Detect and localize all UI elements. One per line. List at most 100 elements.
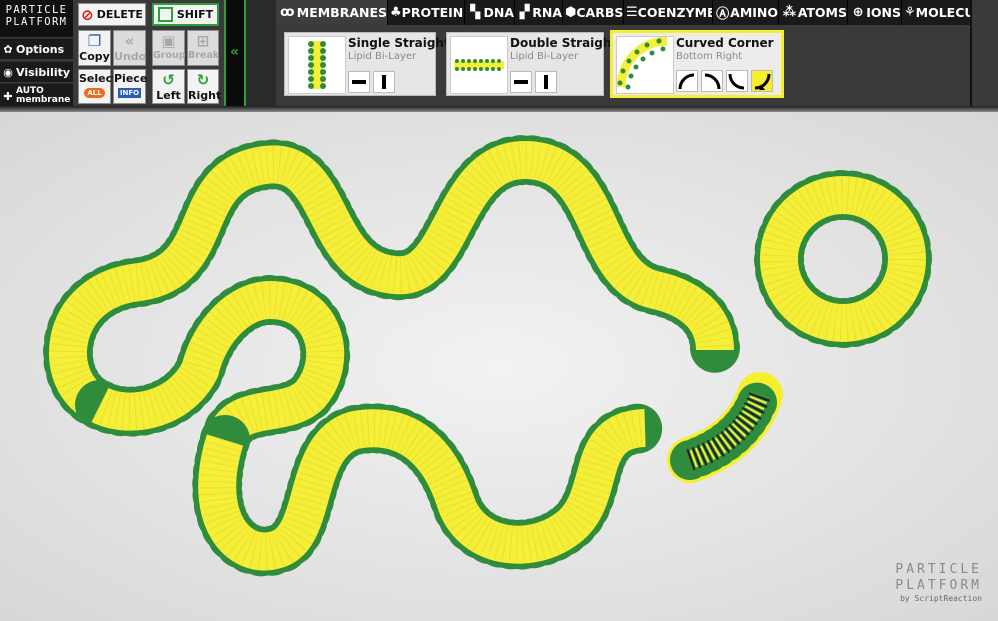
eye-icon: ◉ [3,65,13,79]
double-chevron-left-icon: « [230,44,240,60]
single-straight-subtitle: Lipid Bi-Layer [348,51,417,62]
watermark-line-2: PLATFORM [895,578,982,593]
tab-ions[interactable]: ⊕ IONS [848,0,902,25]
delete-button[interactable]: ⊘ DELETE [78,3,146,26]
undo-button[interactable]: « Undo [113,30,146,66]
auto-membrane-label: AUTO membrane [16,87,70,105]
tab-molecules-label: MOLECULES [915,5,971,20]
tab-amino[interactable]: Ⓐ AMINO [713,0,779,25]
curve-top-left-icon [678,73,695,90]
copy-label: Copy [79,50,110,63]
orientation-top-right-option[interactable] [701,70,723,92]
auto-label-bottom: membrane [16,95,71,105]
watermark-line-1: PARTICLE [895,562,982,577]
logo-line-2: PLATFORM [5,16,68,28]
rotate-left-button[interactable]: ↺ Left [152,69,185,104]
delete-label: DELETE [96,8,143,21]
tab-proteins-label: PROTEINS [401,5,464,20]
panel-separator [970,0,972,106]
orientation-vertical-option[interactable] [373,71,395,93]
tab-atoms[interactable]: ⁂ ATOMS [779,0,848,25]
molecule-icon: ⚘ [904,5,916,20]
break-label: Break [188,50,220,61]
rotate-left-icon: ↺ [162,71,175,89]
double-straight-title: Double Straight [510,36,618,50]
tab-coenzymes-label: COENZYMES [637,5,712,20]
no-entry-icon: ⊘ [81,5,94,24]
orientation-horizontal-option[interactable] [510,71,532,93]
double-straight-subtitle: Lipid Bi-Layer [510,51,579,62]
gear-icon: ✿ [3,42,13,56]
select-label: Select [79,72,118,85]
orientation-bottom-left-option[interactable] [726,70,748,92]
orientation-vertical-option[interactable] [535,71,557,93]
amino-icon: Ⓐ [716,7,730,22]
curved-corner-subtitle: Bottom Right [676,51,743,62]
tab-ions-label: IONS [866,5,901,20]
select-all-badge: ALL [84,88,105,98]
tab-atoms-label: ATOMS [797,5,847,20]
orientation-bottom-right-option[interactable] [751,70,773,92]
options-button[interactable]: ✿ Options [0,38,73,59]
tab-molecules[interactable]: ⚘MOLECULES [902,0,972,25]
vertical-bar-icon [382,75,386,89]
collapse-handle[interactable]: « [224,0,246,106]
orientation-top-left-option[interactable] [676,70,698,92]
group-button[interactable]: ▣ Group [152,30,186,66]
break-button[interactable]: ⊞ Break [187,30,219,66]
curve-bottom-left-icon [728,73,745,90]
piece-info-badge: INFO [117,88,142,98]
membrane-icon: ꝏ [280,5,295,20]
dna-icon: ▚ [470,5,481,20]
ion-icon: ⊕ [852,5,864,20]
select-all-button[interactable]: Select ALL [78,69,118,104]
piece-single-straight[interactable]: Single Straight Lipid Bi-Layer [284,32,450,96]
visibility-button[interactable]: ◉ Visibility [0,61,73,82]
rna-icon: ▞ [519,5,530,20]
vertical-bar-icon [544,75,548,89]
panel-spacer [246,0,276,106]
carbs-icon: ⬢ [565,5,577,20]
tab-coenzymes[interactable]: ☰COENZYMES [624,0,713,25]
tab-rna-label: RNA [532,5,562,20]
options-label: Options [16,42,65,56]
visibility-label: Visibility [16,65,71,79]
curve-bottom-right-icon [754,73,771,90]
toolbar: PARTICLE PLATFORM ✿ Options ◉ Visibility… [0,0,998,108]
copy-button[interactable]: ❐ Copy [78,30,111,66]
shift-button[interactable]: SHIFT [152,3,219,26]
rotate-right-icon: ↻ [196,71,210,89]
shift-square-icon [157,7,173,22]
piece-double-straight[interactable]: Double Straight Lipid Bi-Layer [446,32,617,96]
piece-curved-corner[interactable]: Curved Corner Bottom Right [610,30,784,98]
double-straight-thumbnail [450,36,508,94]
tab-dna-label: DNA [483,5,514,20]
tab-rna[interactable]: ▞ RNA [515,0,563,25]
single-straight-thumbnail [288,36,346,94]
group-label: Group [153,50,186,61]
break-icon: ⊞ [196,32,210,50]
logo-line-1: PARTICLE [5,4,68,16]
tab-proteins[interactable]: ♣PROTEINS [388,0,465,25]
piece-info-button[interactable]: Piece INFO [113,69,148,104]
tab-dna[interactable]: ▚ DNA [465,0,515,25]
horizontal-bar-icon [352,80,366,84]
tab-membranes[interactable]: ꝏ MEMBRANES [276,0,388,25]
canvas-svg [0,112,998,621]
tab-amino-label: AMINO [730,5,778,20]
piece-label: Piece [114,72,148,85]
curved-corner-thumbnail [616,36,674,94]
atom-icon: ⁂ [782,5,796,20]
protein-icon: ♣ [390,5,402,20]
auto-membrane-button[interactable]: ✚ AUTO membrane [0,83,73,108]
membrane-canvas[interactable]: PARTICLE PLATFORM by ScriptReaction [0,112,998,621]
curved-corner-title: Curved Corner [676,36,774,50]
orientation-horizontal-option[interactable] [348,71,370,93]
group-icon: ▣ [161,32,176,50]
app-logo: PARTICLE PLATFORM [0,0,73,37]
shift-label: SHIFT [176,8,214,21]
tab-carbs[interactable]: ⬢ CARBS [563,0,624,25]
coenzyme-icon: ☰ [626,5,638,20]
undo-icon: « [124,32,135,50]
rotate-right-button[interactable]: ↻ Right [187,69,221,104]
